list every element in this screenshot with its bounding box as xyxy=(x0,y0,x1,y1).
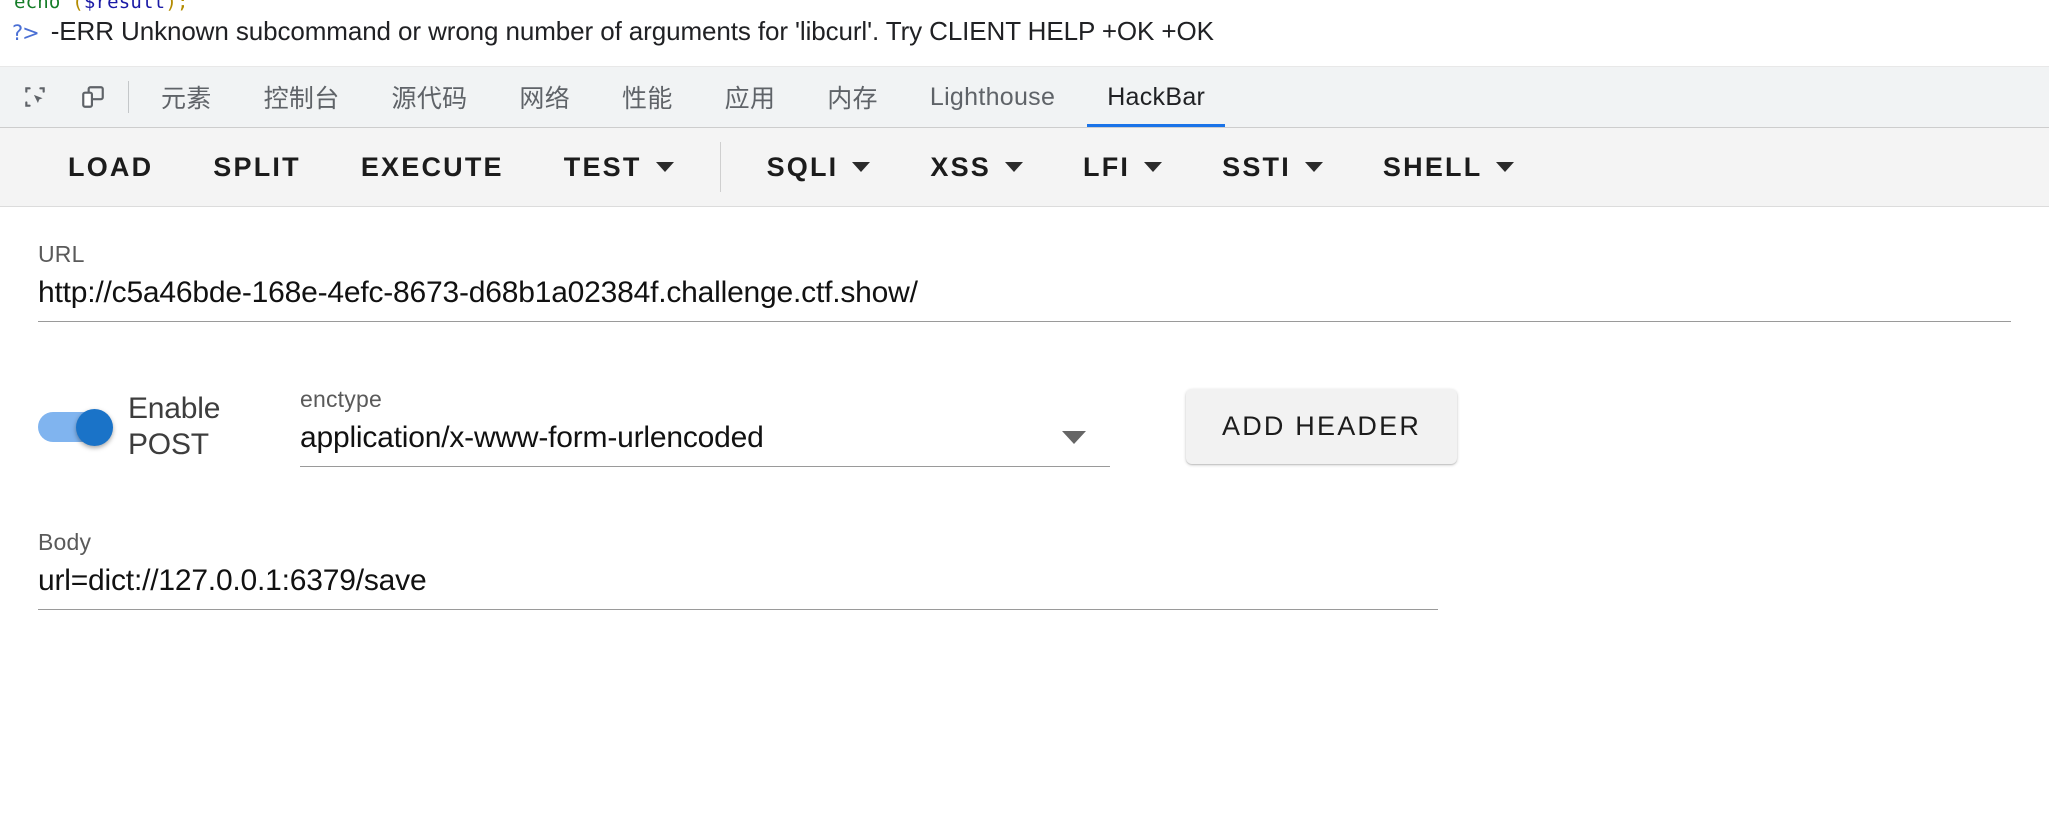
url-underline xyxy=(38,321,2011,322)
tab-network[interactable]: 网络 xyxy=(493,67,596,127)
chevron-down-icon xyxy=(852,162,871,172)
tabbar-divider xyxy=(128,81,129,113)
toggle-switch[interactable] xyxy=(38,408,113,446)
inspect-element-icon[interactable] xyxy=(14,76,56,118)
tab-lighthouse[interactable]: Lighthouse xyxy=(904,67,1081,127)
add-header-button[interactable]: ADD HEADER xyxy=(1186,389,1458,464)
chevron-down-icon xyxy=(655,162,674,172)
chevron-down-icon xyxy=(1144,162,1163,172)
split-button[interactable]: SPLIT xyxy=(183,128,331,206)
body-field-block: Body url=dict://127.0.0.1:6379/save xyxy=(38,529,1438,610)
hackbar-toolbar: LOAD SPLIT EXECUTE TEST SQLI XSS LFI SST… xyxy=(0,128,2049,207)
console-error-row: ?> -ERR Unknown subcommand or wrong numb… xyxy=(12,16,1214,47)
body-input[interactable]: url=dict://127.0.0.1:6379/save xyxy=(38,564,1438,609)
test-menu-label: TEST xyxy=(563,151,642,182)
devtools-tool-icons xyxy=(14,67,128,127)
enctype-label: enctype xyxy=(300,386,382,412)
chevron-down-icon xyxy=(1304,162,1323,172)
devtools-tabbar: 元素 控制台 源代码 网络 性能 应用 内存 Lighthouse HackBa… xyxy=(0,67,2049,128)
xss-menu-label: XSS xyxy=(930,151,992,182)
tab-performance[interactable]: 性能 xyxy=(596,67,699,127)
console-prompt-icon: ?> xyxy=(12,21,40,45)
body-underline xyxy=(38,609,1438,610)
shell-menu-label: SHELL xyxy=(1382,151,1483,182)
ssti-menu-label: SSTI xyxy=(1222,151,1291,182)
lfi-menu-button[interactable]: LFI xyxy=(1053,128,1192,206)
url-input[interactable]: http://c5a46bde-168e-4efc-8673-d68b1a023… xyxy=(38,276,2011,321)
code-variable: $result xyxy=(83,0,166,13)
console-code-line: echo ($result); xyxy=(14,0,189,13)
url-field-block: URL http://c5a46bde-168e-4efc-8673-d68b1… xyxy=(38,241,2011,322)
enctype-value: application/x-www-form-urlencoded xyxy=(300,421,764,454)
tab-hackbar[interactable]: HackBar xyxy=(1081,67,1231,127)
code-keyword: echo xyxy=(14,0,61,13)
url-label: URL xyxy=(38,241,85,267)
hackbar-form: URL http://c5a46bde-168e-4efc-8673-d68b1… xyxy=(0,207,2049,610)
toolbar-divider xyxy=(719,142,721,192)
split-button-label: SPLIT xyxy=(213,151,301,182)
device-toolbar-icon[interactable] xyxy=(72,76,114,118)
tab-application[interactable]: 应用 xyxy=(699,67,802,127)
load-button-label: LOAD xyxy=(68,151,154,182)
shell-menu-button[interactable]: SHELL xyxy=(1353,128,1545,206)
code-close-paren: ); xyxy=(165,0,189,13)
lfi-menu-label: LFI xyxy=(1083,151,1131,182)
tab-console[interactable]: 控制台 xyxy=(238,67,366,127)
chevron-down-icon xyxy=(1005,162,1024,172)
toggle-knob xyxy=(76,408,113,446)
load-button[interactable]: LOAD xyxy=(38,128,183,206)
execute-button-label: EXECUTE xyxy=(360,151,504,182)
code-open-paren: ( xyxy=(60,0,84,13)
tab-elements[interactable]: 元素 xyxy=(135,67,238,127)
chevron-down-icon xyxy=(1496,162,1515,172)
chevron-down-icon xyxy=(1062,431,1086,444)
enctype-select[interactable]: application/x-www-form-urlencoded xyxy=(300,421,1110,466)
enable-post-toggle[interactable]: Enable POST xyxy=(38,391,268,462)
sqli-menu-label: SQLI xyxy=(766,151,839,182)
sqli-menu-button[interactable]: SQLI xyxy=(737,128,901,206)
post-options-row: Enable POST enctype application/x-www-fo… xyxy=(38,386,2011,467)
tab-sources[interactable]: 源代码 xyxy=(366,67,494,127)
execute-button[interactable]: EXECUTE xyxy=(331,128,534,206)
test-menu-button[interactable]: TEST xyxy=(534,128,704,206)
devtools-tabs: 元素 控制台 源代码 网络 性能 应用 内存 Lighthouse HackBa… xyxy=(135,67,1231,127)
enctype-field-block: enctype application/x-www-form-urlencode… xyxy=(300,386,1110,467)
enable-post-label: Enable POST xyxy=(128,392,221,461)
body-label: Body xyxy=(38,529,92,555)
ssti-menu-button[interactable]: SSTI xyxy=(1192,128,1353,206)
console-error-message: -ERR Unknown subcommand or wrong number … xyxy=(50,16,1214,46)
xss-menu-button[interactable]: XSS xyxy=(900,128,1053,206)
enctype-underline xyxy=(300,466,1110,467)
tab-memory[interactable]: 内存 xyxy=(801,67,904,127)
console-output-strip: echo ($result); ?> -ERR Unknown subcomma… xyxy=(0,0,2049,67)
